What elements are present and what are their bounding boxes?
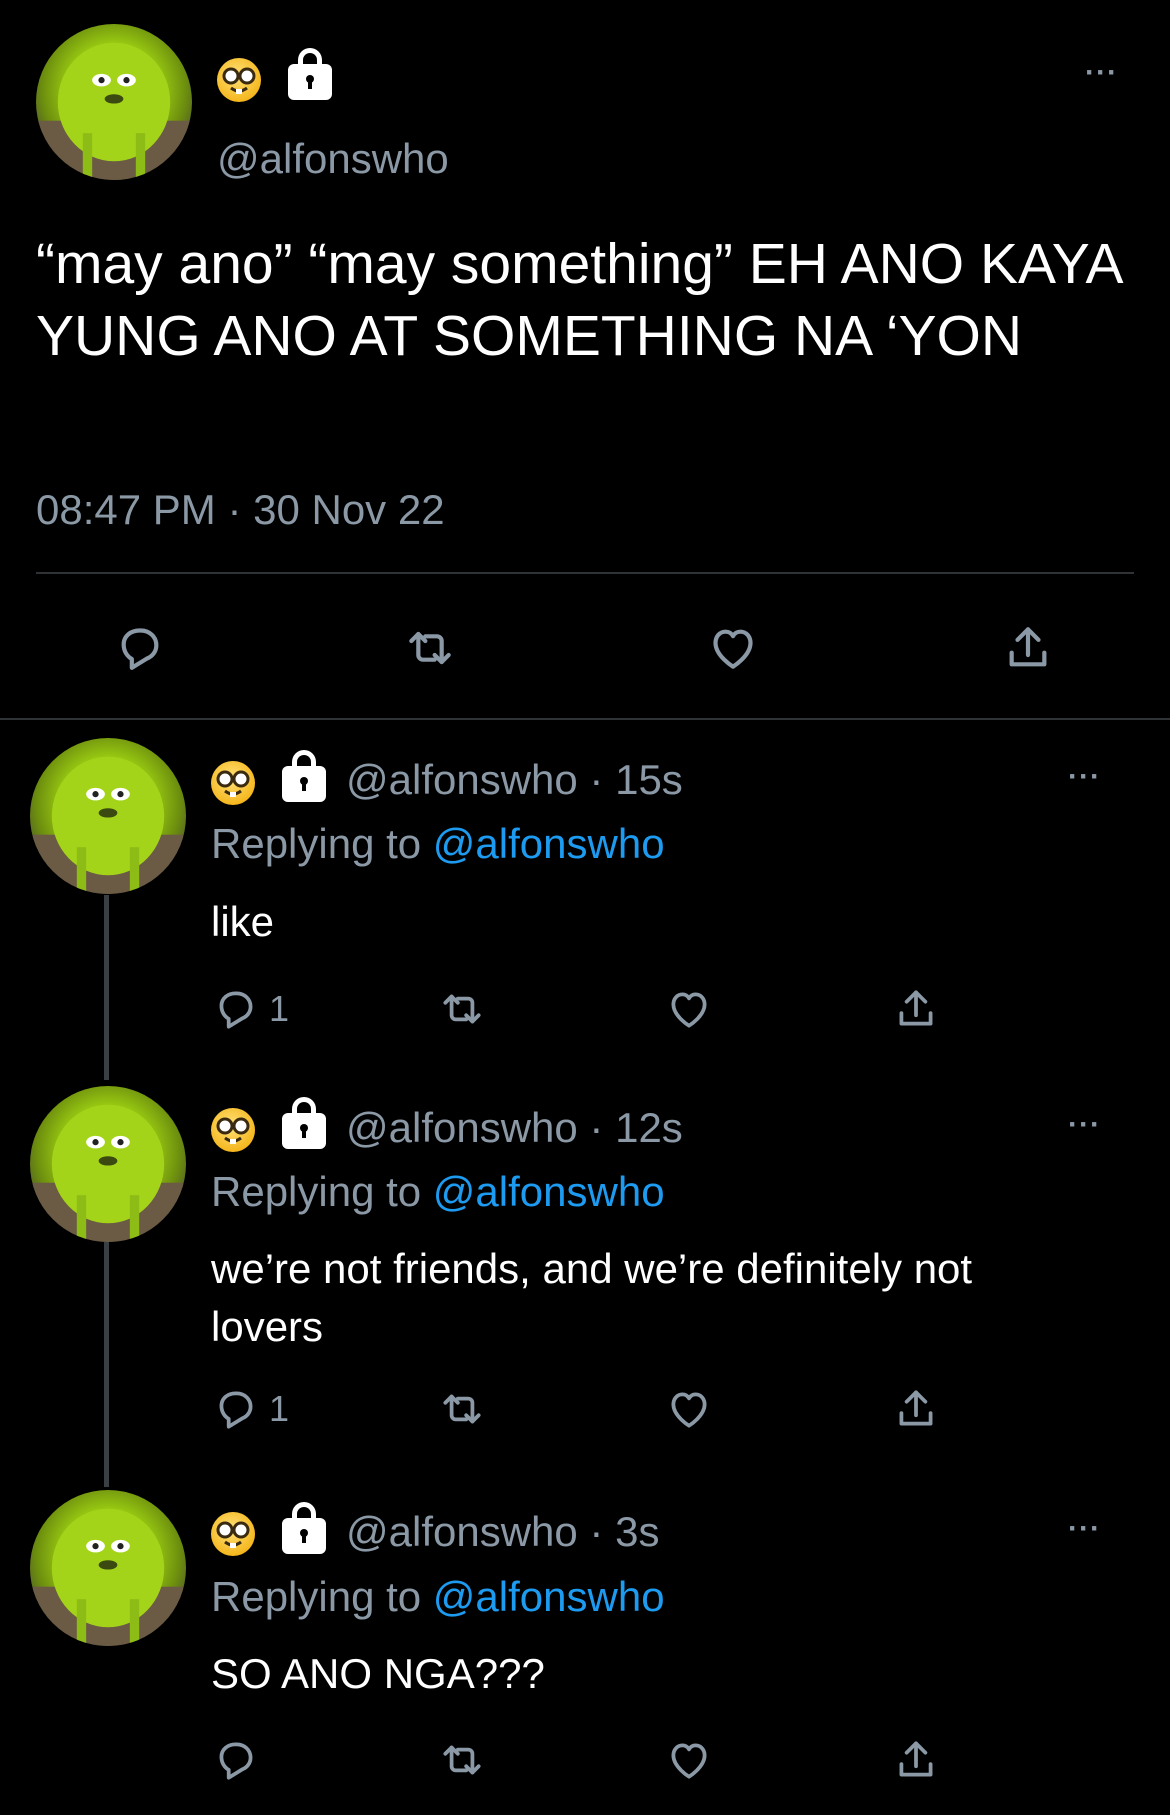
- heart-icon: [705, 620, 761, 676]
- replying-label: Replying to: [211, 820, 433, 867]
- share-icon: [891, 1735, 941, 1785]
- heart-icon: [664, 984, 714, 1034]
- reply-time[interactable]: · 15s: [578, 756, 682, 803]
- reply-button[interactable]: [112, 620, 168, 676]
- nerd-face-emoji: [211, 1108, 255, 1152]
- replying-handle-link[interactable]: @alfonswho: [433, 820, 665, 867]
- reply-time[interactable]: · 12s: [578, 1104, 682, 1151]
- lock-icon: [282, 750, 326, 802]
- replying-to: Replying to @alfonswho: [211, 1573, 665, 1621]
- tweet-timestamp[interactable]: 08:47 PM · 30 Nov 22: [36, 486, 445, 534]
- like-button[interactable]: [664, 1384, 714, 1434]
- replying-handle-link[interactable]: @alfonswho: [433, 1573, 665, 1620]
- reply-text: SO ANO NGA???: [211, 1650, 545, 1697]
- avatar[interactable]: [30, 1086, 186, 1242]
- replying-label: Replying to: [211, 1168, 433, 1215]
- retweet-icon: [437, 984, 487, 1034]
- like-button[interactable]: [664, 1735, 714, 1785]
- user-handle[interactable]: @alfonswho: [346, 756, 578, 803]
- avatar[interactable]: [30, 1490, 186, 1646]
- reply-text: like: [211, 898, 275, 945]
- share-button[interactable]: [1000, 620, 1056, 676]
- user-handle[interactable]: @alfonswho: [346, 1104, 578, 1151]
- tweet-text: “may ano” “may something” EH ANO KAYA YU…: [36, 232, 1121, 368]
- avatar[interactable]: [36, 24, 192, 180]
- replying-handle-link[interactable]: @alfonswho: [433, 1168, 665, 1215]
- more-icon[interactable]: ···: [1068, 1110, 1101, 1140]
- reply-text: we’re not friends, and we’re definitely …: [211, 1245, 973, 1350]
- share-icon: [891, 984, 941, 1034]
- avatar[interactable]: [30, 738, 186, 894]
- reply-count: 1: [269, 988, 290, 1029]
- share-button[interactable]: [891, 1384, 941, 1434]
- reply-button[interactable]: 1: [211, 984, 289, 1034]
- replying-label: Replying to: [211, 1573, 433, 1620]
- share-button[interactable]: [891, 984, 941, 1034]
- replying-to: Replying to @alfonswho: [211, 820, 665, 868]
- lock-icon: [282, 1502, 326, 1554]
- reply-header: @alfonswho · 12s: [346, 1104, 683, 1152]
- nerd-face-emoji: [217, 58, 261, 102]
- share-icon: [891, 1384, 941, 1434]
- reply-button[interactable]: [211, 1735, 269, 1785]
- like-button[interactable]: [705, 620, 761, 676]
- retweet-icon: [437, 1735, 487, 1785]
- share-icon: [1000, 620, 1056, 676]
- divider: [0, 718, 1170, 720]
- reply-icon: [211, 1384, 261, 1434]
- retweet-button[interactable]: [437, 1384, 487, 1434]
- reply-icon: [211, 984, 261, 1034]
- retweet-button[interactable]: [437, 1735, 487, 1785]
- nerd-face-emoji: [211, 1512, 255, 1556]
- divider: [36, 572, 1134, 574]
- heart-icon: [664, 1735, 714, 1785]
- more-icon[interactable]: ···: [1085, 58, 1118, 88]
- retweet-icon: [402, 620, 458, 676]
- nerd-face-emoji: [211, 761, 255, 805]
- more-icon[interactable]: ···: [1068, 1514, 1101, 1544]
- reply-button[interactable]: 1: [211, 1384, 289, 1434]
- user-handle[interactable]: @alfonswho: [346, 1508, 578, 1555]
- reply-count: 1: [269, 1388, 290, 1429]
- retweet-button[interactable]: [437, 984, 487, 1034]
- reply-icon: [112, 620, 168, 676]
- share-button[interactable]: [891, 1735, 941, 1785]
- reply-time[interactable]: · 3s: [578, 1508, 659, 1555]
- retweet-icon: [437, 1384, 487, 1434]
- lock-icon: [282, 1097, 326, 1149]
- retweet-button[interactable]: [402, 620, 458, 676]
- replying-to: Replying to @alfonswho: [211, 1168, 665, 1216]
- thread-line: [104, 895, 109, 1080]
- heart-icon: [664, 1384, 714, 1434]
- more-icon[interactable]: ···: [1068, 762, 1101, 792]
- thread-line: [104, 1242, 109, 1487]
- lock-icon: [288, 48, 332, 100]
- user-handle[interactable]: @alfonswho: [217, 135, 449, 183]
- reply-icon: [211, 1735, 261, 1785]
- like-button[interactable]: [664, 984, 714, 1034]
- reply-header: @alfonswho · 3s: [346, 1508, 659, 1556]
- reply-header: @alfonswho · 15s: [346, 756, 683, 804]
